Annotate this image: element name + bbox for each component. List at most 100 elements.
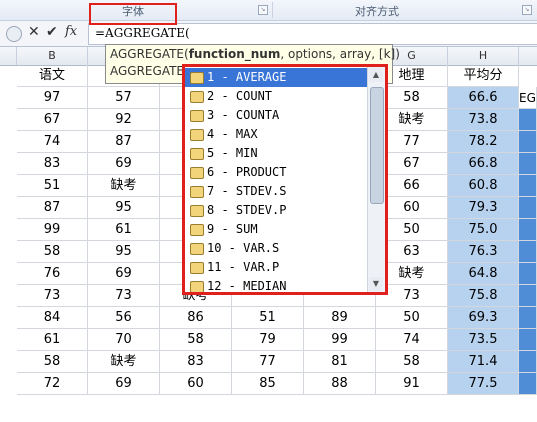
cell[interactable]: 60.8 [448, 175, 519, 197]
cell[interactable] [519, 263, 537, 285]
cell[interactable]: 73 [17, 285, 88, 307]
cell[interactable]: 76.3 [448, 241, 519, 263]
cell[interactable]: 58 [376, 351, 448, 373]
cell[interactable]: 77 [232, 351, 304, 373]
cell[interactable]: 73.8 [448, 109, 519, 131]
cell[interactable]: 76 [17, 263, 88, 285]
cell[interactable] [519, 329, 537, 351]
cell[interactable] [519, 197, 537, 219]
cell[interactable]: 64.8 [448, 263, 519, 285]
cell[interactable]: 56 [88, 307, 160, 329]
font-dialog-launcher-icon[interactable]: ↘ [258, 5, 268, 15]
column-header-stub[interactable] [0, 47, 17, 65]
cell[interactable]: 95 [88, 241, 160, 263]
dropdown-item[interactable]: 5 - MIN [185, 144, 370, 163]
alignment-dialog-launcher-icon[interactable]: ↘ [522, 5, 532, 15]
cell[interactable]: 61 [17, 329, 88, 351]
dropdown-scrollbar[interactable]: ▲ ▼ [367, 67, 385, 292]
scroll-up-icon[interactable]: ▲ [369, 68, 383, 82]
cell[interactable]: 61 [88, 219, 160, 241]
cell[interactable]: 78.2 [448, 131, 519, 153]
cell[interactable]: 51 [232, 307, 304, 329]
cell[interactable]: 83 [17, 153, 88, 175]
cell[interactable]: 79.3 [448, 197, 519, 219]
column-header-h[interactable]: H [448, 47, 519, 65]
cell[interactable] [519, 307, 537, 329]
cell[interactable]: 69.3 [448, 307, 519, 329]
cell[interactable]: 66.6 [448, 87, 519, 109]
insert-function-icon[interactable]: fx [65, 24, 77, 39]
cell[interactable]: 77.5 [448, 373, 519, 395]
cell[interactable]: 91 [376, 373, 448, 395]
cell[interactable]: 平均分 [448, 65, 519, 87]
cell[interactable]: 70 [88, 329, 160, 351]
cell[interactable]: 57 [88, 87, 160, 109]
dropdown-item[interactable]: 2 - COUNT [185, 87, 370, 106]
cell[interactable] [519, 351, 537, 373]
cell[interactable]: 87 [88, 131, 160, 153]
dropdown-item[interactable]: 6 - PRODUCT [185, 163, 370, 182]
cell[interactable]: 66.8 [448, 153, 519, 175]
cell[interactable]: 缺考 [88, 351, 160, 373]
cell[interactable]: 71.4 [448, 351, 519, 373]
cell[interactable]: 75.0 [448, 219, 519, 241]
cell[interactable]: 50 [376, 307, 448, 329]
formula-input[interactable]: =AGGREGATE( [88, 23, 537, 45]
dropdown-item[interactable]: 10 - VAR.S [185, 239, 370, 258]
cell[interactable]: 67 [17, 109, 88, 131]
cell[interactable]: 51 [17, 175, 88, 197]
cell[interactable]: EG [519, 87, 537, 109]
cell[interactable] [519, 241, 537, 263]
cell[interactable]: 58 [17, 241, 88, 263]
column-header-b[interactable]: B [17, 47, 88, 65]
close-icon[interactable]: ✕ [28, 24, 40, 40]
cell[interactable]: 88 [304, 373, 376, 395]
cell[interactable]: 97 [17, 87, 88, 109]
dropdown-item[interactable]: 3 - COUNTA [185, 106, 370, 125]
cell[interactable]: 74 [376, 329, 448, 351]
dropdown-item[interactable]: 12 - MEDIAN [185, 277, 370, 292]
cell[interactable]: 缺考 [88, 175, 160, 197]
scroll-down-icon[interactable]: ▼ [369, 277, 383, 291]
cell[interactable] [519, 153, 537, 175]
dropdown-item[interactable]: 1 - AVERAGE [185, 68, 370, 87]
cell[interactable]: 89 [304, 307, 376, 329]
cell[interactable]: 74 [17, 131, 88, 153]
cell[interactable]: 58 [17, 351, 88, 373]
scroll-thumb[interactable] [370, 87, 384, 204]
cell[interactable] [519, 219, 537, 241]
cell[interactable]: 69 [88, 153, 160, 175]
tooltip-second-signature[interactable]: AGGREGATE [110, 64, 184, 78]
cell[interactable]: 69 [88, 373, 160, 395]
cell[interactable]: 73 [88, 285, 160, 307]
cell[interactable]: 81 [304, 351, 376, 373]
dropdown-item[interactable]: 4 - MAX [185, 125, 370, 144]
cell[interactable]: 72 [17, 373, 88, 395]
dropdown-item[interactable]: 8 - STDEV.P [185, 201, 370, 220]
cell[interactable] [519, 109, 537, 131]
cell[interactable]: 69 [88, 263, 160, 285]
cell[interactable]: 75.8 [448, 285, 519, 307]
tooltip-current-arg[interactable]: function_num [189, 47, 281, 61]
cell[interactable] [519, 373, 537, 395]
cell[interactable]: 语文 [17, 65, 88, 87]
cell[interactable]: 79 [232, 329, 304, 351]
cell[interactable]: 92 [88, 109, 160, 131]
cell[interactable]: 95 [88, 197, 160, 219]
cell[interactable] [519, 175, 537, 197]
cell[interactable]: 60 [160, 373, 232, 395]
cell[interactable] [519, 285, 537, 307]
cell[interactable]: 99 [304, 329, 376, 351]
cell[interactable]: 85 [232, 373, 304, 395]
cell[interactable]: 86 [160, 307, 232, 329]
cell[interactable]: 87 [17, 197, 88, 219]
check-icon[interactable]: ✔ [46, 24, 58, 40]
dropdown-item[interactable]: 9 - SUM [185, 220, 370, 239]
dropdown-item[interactable]: 11 - VAR.P [185, 258, 370, 277]
dropdown-item[interactable]: 7 - STDEV.S [185, 182, 370, 201]
cell[interactable]: 99 [17, 219, 88, 241]
cell[interactable] [519, 131, 537, 153]
cell[interactable]: 84 [17, 307, 88, 329]
formula-bar-expand-icon[interactable] [6, 26, 22, 42]
cell[interactable]: 73.5 [448, 329, 519, 351]
